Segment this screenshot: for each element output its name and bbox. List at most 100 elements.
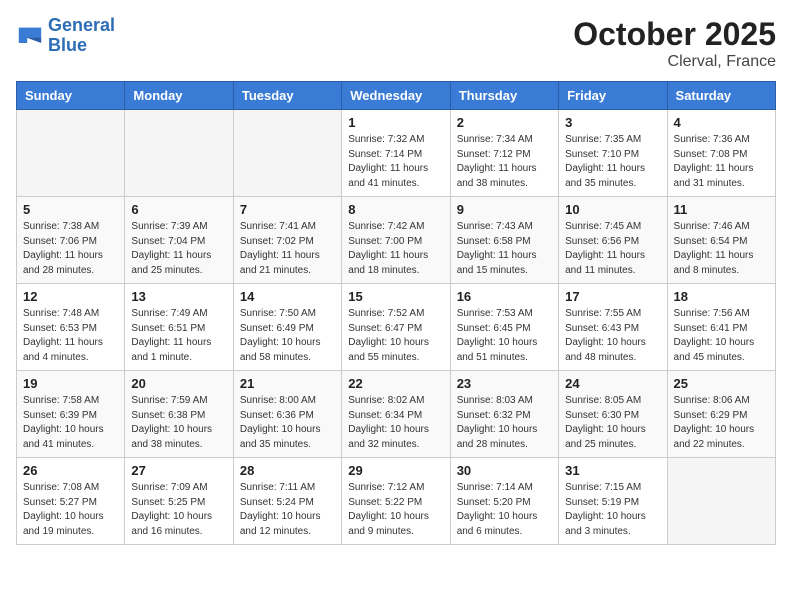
day-number: 22 (348, 376, 443, 391)
day-info: Sunrise: 7:48 AM Sunset: 6:53 PM Dayligh… (23, 307, 118, 365)
day-number: 17 (565, 289, 660, 304)
day-info: Sunrise: 7:50 AM Sunset: 6:49 PM Dayligh… (240, 307, 335, 365)
day-info: Sunrise: 7:58 AM Sunset: 6:39 PM Dayligh… (23, 394, 118, 452)
day-cell (667, 458, 775, 545)
week-row-4: 19 Sunrise: 7:58 AM Sunset: 6:39 PM Dayli… (17, 371, 776, 458)
day-number: 3 (565, 115, 660, 130)
day-number: 31 (565, 463, 660, 478)
day-info: Sunrise: 7:45 AM Sunset: 6:56 PM Dayligh… (565, 220, 660, 278)
day-info: Sunrise: 7:59 AM Sunset: 6:38 PM Dayligh… (131, 394, 226, 452)
day-info: Sunrise: 7:43 AM Sunset: 6:58 PM Dayligh… (457, 220, 552, 278)
day-number: 21 (240, 376, 335, 391)
location-title: Clerval, France (573, 53, 776, 71)
day-cell: 4 Sunrise: 7:36 AM Sunset: 7:08 PM Daylig… (667, 110, 775, 197)
day-info: Sunrise: 7:52 AM Sunset: 6:47 PM Dayligh… (348, 307, 443, 365)
day-number: 4 (674, 115, 769, 130)
header-cell-wednesday: Wednesday (342, 82, 450, 110)
day-cell: 18 Sunrise: 7:56 AM Sunset: 6:41 PM Dayli… (667, 284, 775, 371)
header-cell-thursday: Thursday (450, 82, 558, 110)
day-number: 18 (674, 289, 769, 304)
day-number: 11 (674, 202, 769, 217)
day-cell: 7 Sunrise: 7:41 AM Sunset: 7:02 PM Daylig… (233, 197, 341, 284)
day-cell: 9Sunrise: 7:43 AM Sunset: 6:58 PM Daylig… (450, 197, 558, 284)
day-cell: 31 Sunrise: 7:15 AM Sunset: 5:19 PM Dayli… (559, 458, 667, 545)
day-info: Sunrise: 7:32 AM Sunset: 7:14 PM Dayligh… (348, 133, 443, 191)
day-number: 14 (240, 289, 335, 304)
day-cell: 11 Sunrise: 7:46 AM Sunset: 6:54 PM Dayli… (667, 197, 775, 284)
day-number: 28 (240, 463, 335, 478)
day-info: Sunrise: 7:36 AM Sunset: 7:08 PM Dayligh… (674, 133, 769, 191)
header-cell-saturday: Saturday (667, 82, 775, 110)
day-info: Sunrise: 7:55 AM Sunset: 6:43 PM Dayligh… (565, 307, 660, 365)
header-cell-monday: Monday (125, 82, 233, 110)
day-info: Sunrise: 8:05 AM Sunset: 6:30 PM Dayligh… (565, 394, 660, 452)
day-cell: 23 Sunrise: 8:03 AM Sunset: 6:32 PM Dayli… (450, 371, 558, 458)
day-info: Sunrise: 7:08 AM Sunset: 5:27 PM Dayligh… (23, 481, 118, 539)
day-cell: 27 Sunrise: 7:09 AM Sunset: 5:25 PM Dayli… (125, 458, 233, 545)
day-number: 10 (565, 202, 660, 217)
day-cell: 8 Sunrise: 7:42 AM Sunset: 7:00 PM Daylig… (342, 197, 450, 284)
day-info: Sunrise: 7:34 AM Sunset: 7:12 PM Dayligh… (457, 133, 552, 191)
month-title: October 2025 (573, 16, 776, 53)
day-info: Sunrise: 8:00 AM Sunset: 6:36 PM Dayligh… (240, 394, 335, 452)
day-info: Sunrise: 7:14 AM Sunset: 5:20 PM Dayligh… (457, 481, 552, 539)
day-number: 27 (131, 463, 226, 478)
day-number: 1 (348, 115, 443, 130)
day-info: Sunrise: 7:09 AM Sunset: 5:25 PM Dayligh… (131, 481, 226, 539)
day-info: Sunrise: 7:53 AM Sunset: 6:45 PM Dayligh… (457, 307, 552, 365)
day-number: 5 (23, 202, 118, 217)
day-cell: 26Sunrise: 7:08 AM Sunset: 5:27 PM Dayli… (17, 458, 125, 545)
day-cell: 17 Sunrise: 7:55 AM Sunset: 6:43 PM Dayli… (559, 284, 667, 371)
day-cell: 10 Sunrise: 7:45 AM Sunset: 6:56 PM Dayli… (559, 197, 667, 284)
day-cell: 1 Sunrise: 7:32 AM Sunset: 7:14 PM Daylig… (342, 110, 450, 197)
day-cell: 2 Sunrise: 7:34 AM Sunset: 7:12 PM Daylig… (450, 110, 558, 197)
header-cell-sunday: Sunday (17, 82, 125, 110)
day-cell: 21 Sunrise: 8:00 AM Sunset: 6:36 PM Dayli… (233, 371, 341, 458)
day-number: 29 (348, 463, 443, 478)
day-number: 25 (674, 376, 769, 391)
day-cell: 14 Sunrise: 7:50 AM Sunset: 6:49 PM Dayli… (233, 284, 341, 371)
header-cell-tuesday: Tuesday (233, 82, 341, 110)
day-info: Sunrise: 7:56 AM Sunset: 6:41 PM Dayligh… (674, 307, 769, 365)
day-number: 6 (131, 202, 226, 217)
day-number: 30 (457, 463, 552, 478)
day-info: Sunrise: 7:41 AM Sunset: 7:02 PM Dayligh… (240, 220, 335, 278)
header: General Blue October 2025 Clerval, Franc… (16, 16, 776, 71)
day-number: 8 (348, 202, 443, 217)
week-row-2: 5 Sunrise: 7:38 AM Sunset: 7:06 PM Daylig… (17, 197, 776, 284)
day-number: 20 (131, 376, 226, 391)
day-cell: 16 Sunrise: 7:53 AM Sunset: 6:45 PM Dayli… (450, 284, 558, 371)
day-info: Sunrise: 7:49 AM Sunset: 6:51 PM Dayligh… (131, 307, 226, 365)
day-info: Sunrise: 8:03 AM Sunset: 6:32 PM Dayligh… (457, 394, 552, 452)
day-cell: 22 Sunrise: 8:02 AM Sunset: 6:34 PM Dayli… (342, 371, 450, 458)
day-cell: 24 Sunrise: 8:05 AM Sunset: 6:30 PM Dayli… (559, 371, 667, 458)
day-info: Sunrise: 7:12 AM Sunset: 5:22 PM Dayligh… (348, 481, 443, 539)
day-info: Sunrise: 7:15 AM Sunset: 5:19 PM Dayligh… (565, 481, 660, 539)
header-row: SundayMondayTuesdayWednesdayThursdayFrid… (17, 82, 776, 110)
day-cell (233, 110, 341, 197)
day-number: 7 (240, 202, 335, 217)
day-info: Sunrise: 7:46 AM Sunset: 6:54 PM Dayligh… (674, 220, 769, 278)
day-cell (17, 110, 125, 197)
day-cell: 20 Sunrise: 7:59 AM Sunset: 6:38 PM Dayli… (125, 371, 233, 458)
day-cell: 12 Sunrise: 7:48 AM Sunset: 6:53 PM Dayli… (17, 284, 125, 371)
header-cell-friday: Friday (559, 82, 667, 110)
day-info: Sunrise: 8:02 AM Sunset: 6:34 PM Dayligh… (348, 394, 443, 452)
day-number: 15 (348, 289, 443, 304)
day-number: 24 (565, 376, 660, 391)
title-section: October 2025 Clerval, France (573, 16, 776, 71)
day-info: Sunrise: 7:38 AM Sunset: 7:06 PM Dayligh… (23, 220, 118, 278)
day-cell: 25Sunrise: 8:06 AM Sunset: 6:29 PM Dayli… (667, 371, 775, 458)
day-number: 16 (457, 289, 552, 304)
calendar-table: SundayMondayTuesdayWednesdayThursdayFrid… (16, 81, 776, 545)
day-number: 19 (23, 376, 118, 391)
day-number: 12 (23, 289, 118, 304)
day-info: Sunrise: 7:35 AM Sunset: 7:10 PM Dayligh… (565, 133, 660, 191)
day-info: Sunrise: 7:42 AM Sunset: 7:00 PM Dayligh… (348, 220, 443, 278)
week-row-3: 12 Sunrise: 7:48 AM Sunset: 6:53 PM Dayli… (17, 284, 776, 371)
day-number: 2 (457, 115, 552, 130)
day-number: 23 (457, 376, 552, 391)
day-cell: 15 Sunrise: 7:52 AM Sunset: 6:47 PM Dayli… (342, 284, 450, 371)
day-cell: 19 Sunrise: 7:58 AM Sunset: 6:39 PM Dayli… (17, 371, 125, 458)
day-cell (125, 110, 233, 197)
